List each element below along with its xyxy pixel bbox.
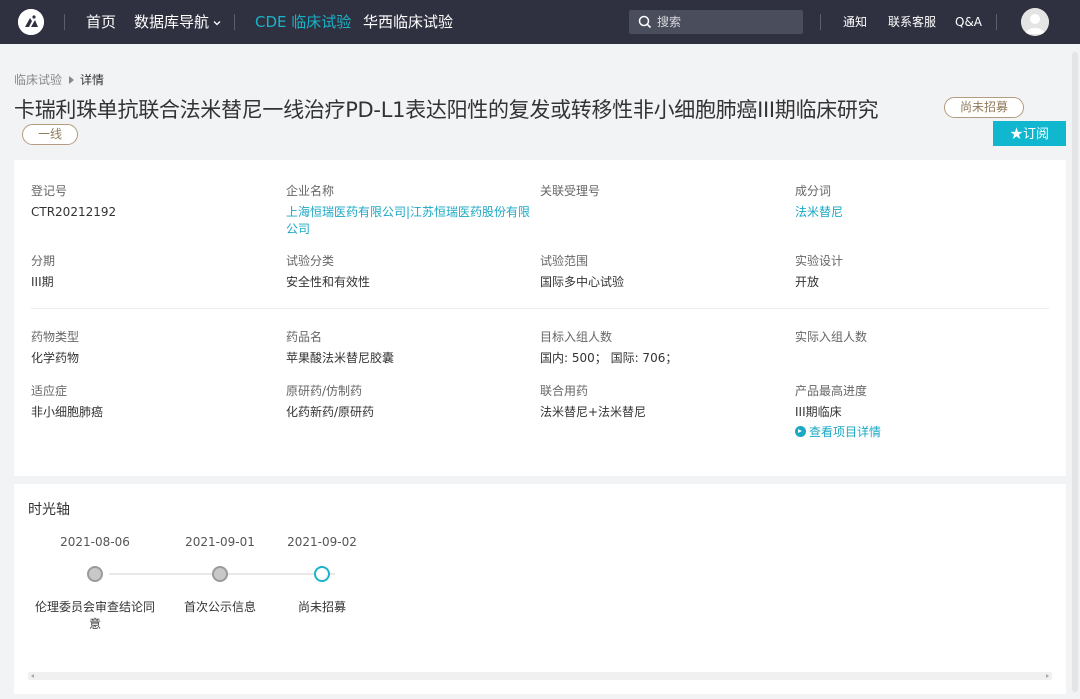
field-value: 法米替尼+法米替尼	[540, 405, 647, 419]
timeline-date: 2021-08-06	[60, 535, 130, 549]
field-target-enroll: 目标入组人数 国内: 500； 国际: 706；	[540, 329, 788, 367]
field-value: 安全性和有效性	[286, 275, 371, 289]
search-input[interactable]	[657, 10, 797, 34]
field-label: 药品名	[286, 330, 323, 344]
nav-divider	[234, 14, 235, 30]
field-label: 关联受理号	[540, 184, 601, 198]
field-progress: 产品最高进度 III期临床 查看项目详情	[795, 383, 1043, 441]
field-actual-enroll: 实际入组人数	[795, 329, 1043, 350]
field-label: 实际入组人数	[795, 330, 868, 344]
timeline-scrollbar[interactable]	[28, 672, 1052, 680]
field-company: 企业名称 上海恒瑞医药有限公司|江苏恒瑞医药股份有限公司	[286, 183, 534, 238]
field-label: 药物类型	[31, 330, 80, 344]
trial-info-card: 登记号 CTR20212192 企业名称 上海恒瑞医药有限公司|江苏恒瑞医药股份…	[14, 160, 1066, 476]
scroll-left-icon[interactable]	[31, 674, 34, 678]
field-label: 试验范围	[540, 254, 589, 268]
view-project-details-label: 查看项目详情	[809, 425, 882, 439]
field-label: 登记号	[31, 184, 68, 198]
ingredient-link[interactable]: 法米替尼	[795, 204, 1043, 221]
nav-database-label: 数据库导航	[134, 13, 210, 31]
chevron-down-icon	[213, 20, 221, 25]
user-avatar-icon	[1021, 8, 1049, 36]
subscribe-button[interactable]: ★订阅	[993, 121, 1066, 146]
field-value: CTR20212192	[31, 205, 117, 219]
nav-divider	[64, 14, 65, 30]
timeline-label: 伦理委员会审查结论同意	[35, 600, 156, 631]
field-drug-name: 药品名 苹果酸法米替尼胶囊	[286, 329, 534, 367]
timeline-label: 尚未招募	[297, 600, 346, 614]
field-drug-type: 药物类型 化学药物	[31, 329, 279, 367]
field-label: 目标入组人数	[540, 330, 613, 344]
breadcrumb-parent[interactable]: 临床试验	[14, 73, 62, 87]
field-label: 产品最高进度	[795, 384, 868, 398]
field-value: 非小细胞肺癌	[31, 405, 104, 419]
field-label: 分期	[31, 254, 56, 268]
field-scope: 试验范围 国际多中心试验	[540, 253, 788, 291]
timeline-card: 时光轴 2021-08-06 伦理委员会审查结论同意 2021-09-01 首次…	[14, 484, 1066, 694]
view-project-details-link[interactable]: 查看项目详情	[795, 424, 881, 441]
field-phase: 分期 III期	[31, 253, 279, 291]
field-origin: 原研药/仿制药 化药新药/原研药	[286, 383, 534, 421]
timeline-title: 时光轴	[28, 502, 70, 518]
field-value: 开放	[795, 275, 820, 289]
field-label: 联合用药	[540, 384, 589, 398]
nav-divider	[996, 14, 997, 30]
field-value: 国内: 500； 国际: 706；	[540, 351, 678, 365]
company-link[interactable]: 上海恒瑞医药有限公司|江苏恒瑞医药股份有限公司	[286, 204, 534, 238]
field-label: 成分词	[795, 184, 832, 198]
field-value: III期	[31, 275, 54, 289]
breadcrumb-current: 详情	[80, 73, 105, 87]
nav-qa[interactable]: Q&A	[955, 14, 982, 30]
nav-huaxi-trials[interactable]: 华西临床试验	[363, 12, 453, 32]
arrow-circle-icon	[795, 426, 806, 437]
search-box[interactable]	[629, 10, 803, 34]
field-related-no: 关联受理号	[540, 183, 788, 204]
field-value: 国际多中心试验	[540, 275, 625, 289]
field-label: 实验设计	[795, 254, 844, 268]
field-combo: 联合用药 法米替尼+法米替尼	[540, 383, 788, 421]
timeline-node-current[interactable]	[314, 566, 330, 582]
timeline-date: 2021-09-02	[287, 535, 357, 549]
logo-icon[interactable]	[18, 9, 44, 35]
timeline-node[interactable]	[87, 566, 103, 582]
field-label: 原研药/仿制药	[286, 384, 363, 398]
nav-notify[interactable]: 通知	[843, 14, 867, 30]
field-value: 化药新药/原研药	[286, 405, 375, 419]
page-title: 卡瑞利珠单抗联合法米替尼一线治疗PD-L1表达阳性的复发或转移性非小细胞肺癌II…	[14, 98, 879, 122]
nav-cde-trials[interactable]: CDE 临床试验	[255, 12, 351, 32]
avatar[interactable]	[1021, 8, 1049, 36]
scroll-right-icon[interactable]	[1046, 674, 1049, 678]
nav-divider	[820, 14, 821, 30]
nav-database[interactable]: 数据库导航	[134, 12, 222, 32]
top-nav-bar: 首页 数据库导航 CDE 临床试验 华西临床试验 通知 联系客服 Q&A	[0, 0, 1080, 44]
field-label: 适应症	[31, 384, 68, 398]
nav-home[interactable]: 首页	[86, 12, 116, 32]
line-badge: 一线	[22, 124, 78, 145]
field-value: 化学药物	[31, 351, 80, 365]
nav-support[interactable]: 联系客服	[888, 14, 936, 30]
status-badge: 尚未招募	[944, 97, 1024, 118]
search-icon	[638, 15, 652, 29]
field-reg-no: 登记号 CTR20212192	[31, 183, 279, 221]
breadcrumb: 临床试验 详情	[14, 72, 104, 88]
field-label: 试验分类	[286, 254, 335, 268]
breadcrumb-arrow-icon	[69, 76, 75, 84]
field-label: 企业名称	[286, 184, 335, 198]
field-indication: 适应症 非小细胞肺癌	[31, 383, 279, 421]
field-trial-type: 试验分类 安全性和有效性	[286, 253, 534, 291]
field-value: III期临床	[795, 405, 842, 419]
field-ingredient: 成分词 法米替尼	[795, 183, 1043, 221]
section-divider	[31, 308, 1049, 309]
timeline-node[interactable]	[212, 566, 228, 582]
field-design: 实验设计 开放	[795, 253, 1043, 291]
field-value: 苹果酸法米替尼胶囊	[286, 351, 395, 365]
page-scrollbar[interactable]	[1072, 52, 1078, 692]
